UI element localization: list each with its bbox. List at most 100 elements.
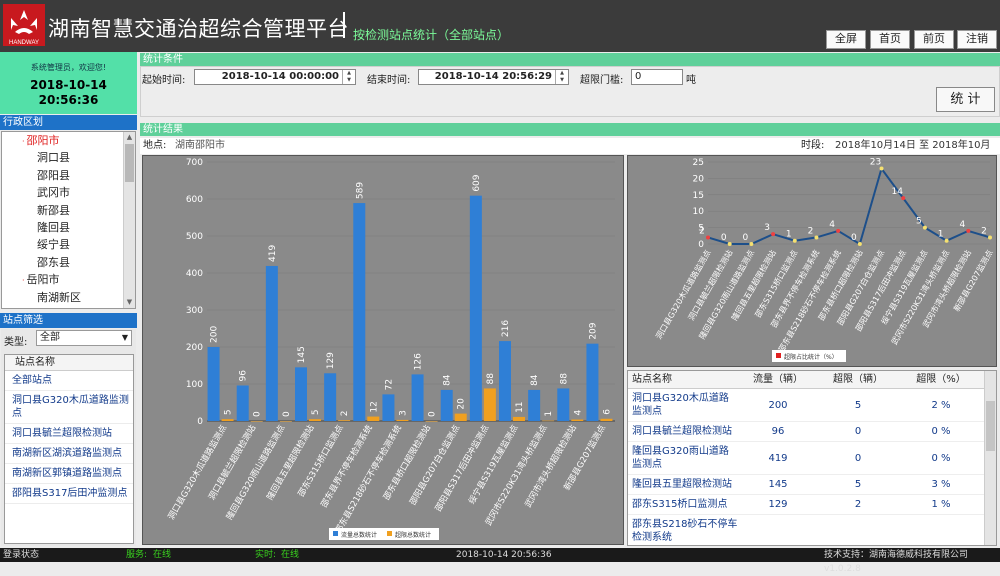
logout-button[interactable]: 注销 [957,30,997,49]
tree-item-label: 邵东县 [37,255,70,269]
back-button[interactable]: 前页 [914,30,954,49]
station-list-item[interactable]: 邵阳县S317后田冲监测点 [5,484,133,504]
scroll-up-icon[interactable]: ▲ [124,132,135,143]
region-tree[interactable]: · 邵阳市 洞口县 邵阳县 武冈市 新邵县 隆回县 绥宁县 邵东县 · 岳阳市 南湖新区 ▲ ▼ [1,131,136,309]
start-time-input[interactable]: 2018-10-14 00:00:00 ▲ ▼ [194,69,356,85]
overlimit-bar[interactable] [600,418,613,421]
tree-item[interactable]: 绥宁县 [2,236,135,253]
tree-item[interactable]: · 邵阳市 [2,132,135,149]
flow-bar[interactable] [236,385,249,421]
login-status: 登录状态 [3,550,40,560]
flow-bar[interactable] [528,389,541,421]
table-row[interactable]: 邵东县S218砂石不停车检测系统 [628,515,996,545]
station-list-item[interactable]: 洞口县毓兰超限检测站 [5,424,133,444]
overlimit-bar[interactable] [513,416,525,421]
line-point[interactable] [857,242,862,246]
scroll-down-icon[interactable]: ▼ [124,297,135,308]
line-point[interactable] [966,228,971,233]
line-point[interactable] [771,232,776,237]
overlimit-bar[interactable] [338,420,351,421]
table-row[interactable]: 隆回县五里超限检测站 145 5 3 % [628,475,996,495]
line-point[interactable] [988,235,992,240]
tree-item[interactable]: 洞口县 [2,149,135,166]
station-list-item[interactable]: 全部站点 [5,371,133,391]
flow-bar[interactable] [207,347,220,421]
col-station[interactable]: 站点名称 [628,371,738,388]
line-point[interactable] [727,242,732,246]
tree-item[interactable]: 武冈市 [2,184,135,201]
tree-item[interactable]: 邵东县 [2,254,135,271]
overlimit-bar[interactable] [454,413,467,421]
line-point[interactable] [706,235,710,240]
type-select[interactable]: 全部 ▼ [36,330,132,346]
support-text: 技术支持：湖南海德威科技有限公司 v1.0.2.8 [824,550,969,574]
tree-item[interactable]: 南湖新区 [2,289,135,306]
overlimit-bar[interactable] [309,419,321,421]
flow-bar[interactable] [411,374,424,421]
overlimit-bar[interactable] [425,421,438,422]
table-row[interactable]: 洞口县G320木瓜道路监测点 200 5 2 % [628,389,996,422]
overlimit-bar[interactable] [279,421,292,422]
col-flow[interactable]: 流量（辆） [738,371,818,388]
line-point[interactable] [749,242,754,246]
station-list[interactable]: 站点名称 全部站点 洞口县G320木瓜道路监测点 洞口县毓兰超限检测站 南湖新区湖滨道… [4,354,134,544]
flow-bar[interactable] [557,388,570,421]
type-select-value: 全部 [40,332,60,343]
overlimit-bar[interactable] [483,388,496,421]
statistics-button[interactable]: 统 计 [936,87,995,112]
overlimit-bar[interactable] [221,419,234,421]
bar-value-label: 129 [326,352,336,369]
overlimit-bar[interactable] [542,420,555,422]
chevron-down-icon[interactable]: ▼ [122,331,128,345]
line-point[interactable] [922,225,927,230]
tree-expand-icon[interactable]: · [22,276,25,285]
overlimit-bar[interactable] [250,421,263,422]
table-row[interactable]: 邵东S315桥口监测点 129 2 1 % [628,495,996,515]
app-title: 湖南智慧交通治超综合管理平台 [48,18,349,41]
table-scroll-thumb[interactable] [986,401,995,451]
overlimit-bar[interactable] [571,419,584,421]
point-value-label: 5 [916,217,922,227]
tree-item[interactable]: 隆回县 [2,219,135,236]
flow-bar[interactable] [382,394,395,421]
tree-item[interactable]: 邵阳县 [2,167,135,184]
flow-bar[interactable] [324,373,337,421]
table-row[interactable]: 隆回县G320雨山道路监测点 419 0 0 % [628,442,996,475]
start-time-spinner-icon[interactable]: ▲ ▼ [342,70,355,84]
threshold-input[interactable]: 0 [631,69,683,85]
flow-bar[interactable] [440,389,453,421]
station-list-item[interactable]: 洞口县G320木瓜道路监测点 [5,391,133,424]
line-point[interactable] [836,228,841,233]
overlimit-bar[interactable] [396,419,409,421]
tree-expand-icon[interactable]: · [22,137,25,146]
station-list-item[interactable]: 南湖新区郭镇道路监测点 [5,464,133,484]
tree-item[interactable]: · 岳阳市 [2,271,135,288]
line-point[interactable] [792,238,797,243]
line-point[interactable] [944,238,949,243]
y-tick-label: 300 [186,306,203,316]
col-pct[interactable]: 超限（%） [898,371,984,388]
flow-bar[interactable] [353,203,366,421]
scroll-thumb[interactable] [125,144,134,182]
tree-item[interactable]: 新邵县 [2,202,135,219]
x-tick-label: 新邵县G207监测点 [951,248,994,313]
flow-bar[interactable] [469,195,482,421]
flow-bar[interactable] [586,343,599,421]
tree-item-label: 岳阳市 [26,273,60,287]
table-row[interactable]: 洞口县毓兰超限检测站 96 0 0 % [628,422,996,442]
col-over[interactable]: 超限（辆） [818,371,898,388]
flow-bar[interactable] [295,367,307,421]
flow-bar[interactable] [265,265,278,421]
fullscreen-button[interactable]: 全屏 [826,30,866,49]
overlimit-bar[interactable] [367,416,380,421]
line-point[interactable] [814,235,819,240]
flow-cell: 145 [768,479,788,490]
station-list-item[interactable]: 南湖新区湖滨道路监测点 [5,444,133,464]
region-tree-scrollbar[interactable]: ▲ ▼ [123,132,135,308]
end-time-spinner-icon[interactable]: ▲ ▼ [555,70,568,84]
flow-bar[interactable] [499,341,511,421]
home-button[interactable]: 首页 [870,30,910,49]
table-scrollbar[interactable] [984,371,996,545]
end-time-input[interactable]: 2018-10-14 20:56:29 ▲ ▼ [418,69,569,85]
flow-cell: 200 [768,399,788,411]
